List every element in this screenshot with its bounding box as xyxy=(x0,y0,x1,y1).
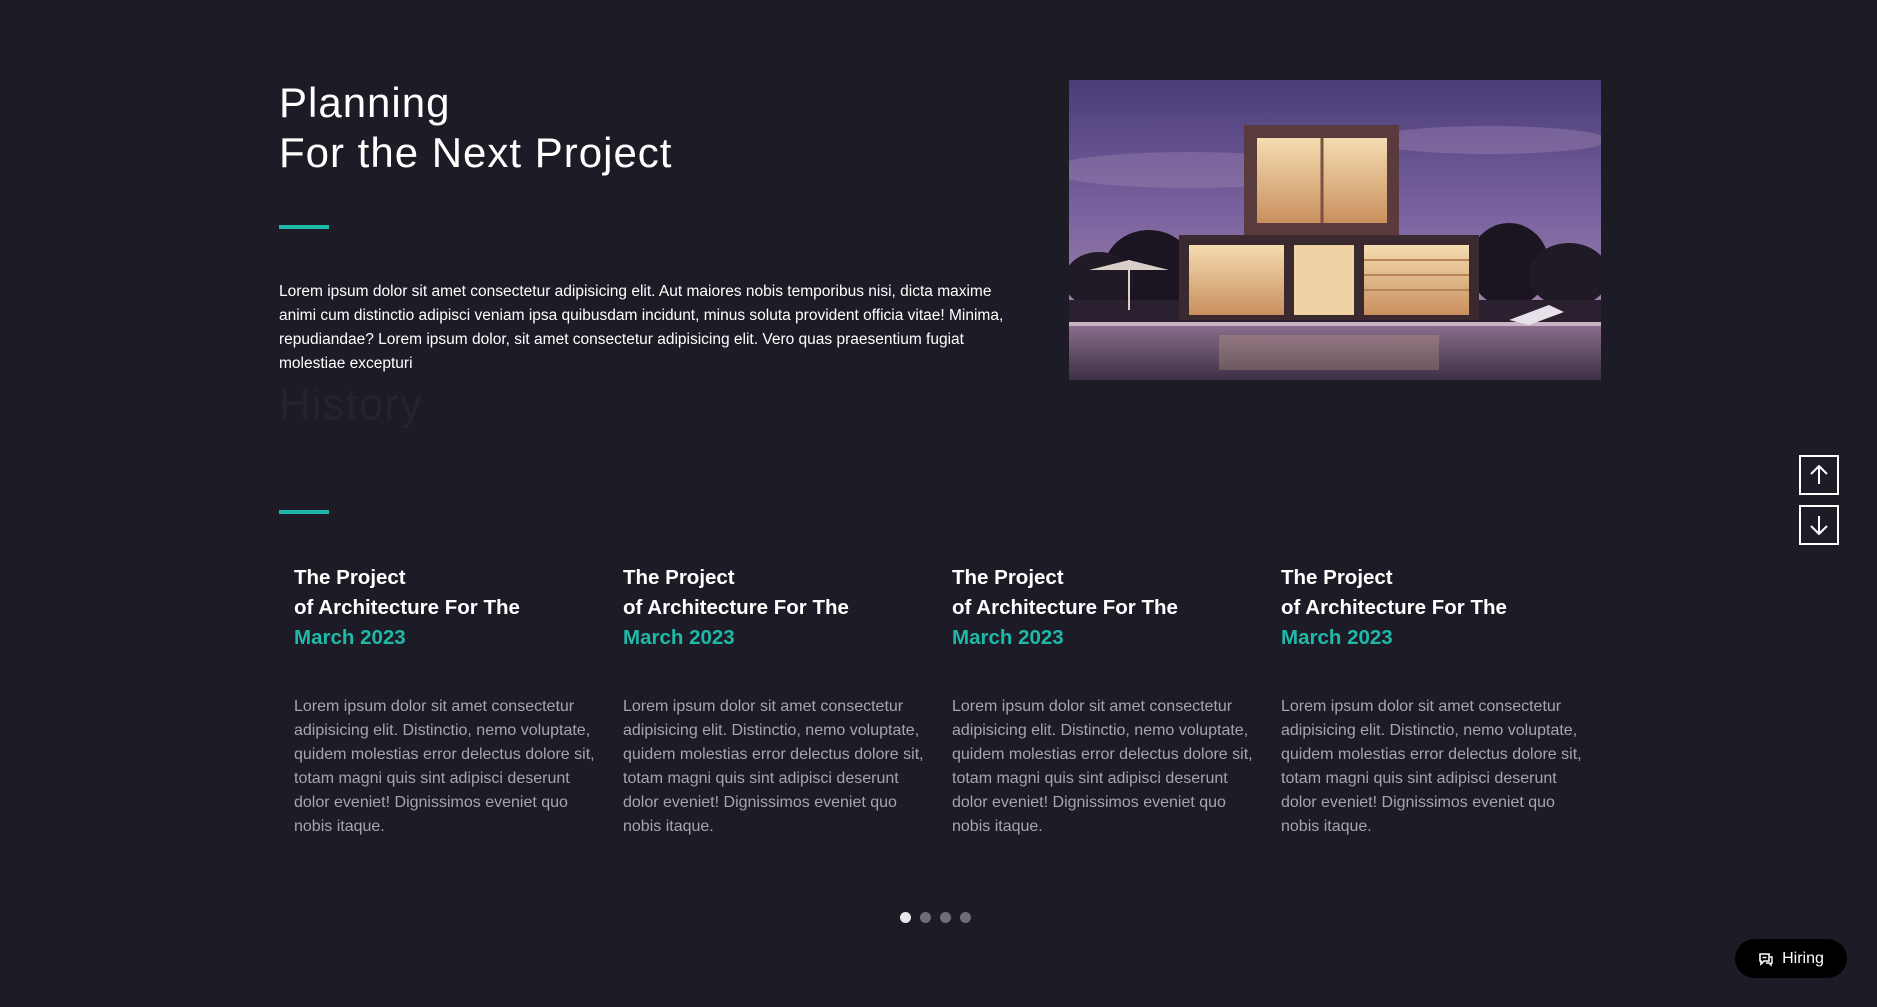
card-date: March 2023 xyxy=(952,626,1064,649)
card-title: The Project of Architecture For The Marc… xyxy=(623,563,928,653)
history-cards: The Project of Architecture For The Marc… xyxy=(294,563,1614,839)
page: Planning For the Next Project Lorem ipsu… xyxy=(0,0,1877,1007)
card-date: March 2023 xyxy=(1281,626,1393,649)
title-line-2: For the Next Project xyxy=(279,129,673,176)
card-body: Lorem ipsum dolor sit amet consectetur a… xyxy=(623,698,924,835)
hiring-label: Hiring xyxy=(1782,949,1824,967)
title-line-1: Planning xyxy=(279,79,451,126)
card-title-line-1: The Project xyxy=(1281,566,1393,589)
carousel-dot[interactable] xyxy=(960,912,971,923)
card-title-line-1: The Project xyxy=(952,566,1064,589)
arrow-down-icon xyxy=(1810,516,1828,536)
history-accent-divider xyxy=(279,510,329,514)
carousel-dot[interactable] xyxy=(940,912,951,923)
history-card: The Project of Architecture For The Marc… xyxy=(1281,563,1610,839)
history-card: The Project of Architecture For The Marc… xyxy=(952,563,1281,839)
card-body: Lorem ipsum dolor sit amet consectetur a… xyxy=(1281,698,1582,835)
card-body: Lorem ipsum dolor sit amet consectetur a… xyxy=(952,698,1253,835)
card-title-line-1: The Project xyxy=(623,566,735,589)
chat-icon xyxy=(1759,952,1773,967)
section-nav xyxy=(1799,455,1839,555)
history-heading: History xyxy=(279,380,423,429)
hiring-button[interactable]: Hiring xyxy=(1735,939,1847,978)
scroll-up-button[interactable] xyxy=(1799,455,1839,495)
carousel-dots xyxy=(900,912,971,923)
card-date: March 2023 xyxy=(623,626,735,649)
house-photo xyxy=(1069,80,1601,380)
card-title-line-2: of Architecture For The xyxy=(294,596,520,619)
card-date: March 2023 xyxy=(294,626,406,649)
history-card: The Project of Architecture For The Marc… xyxy=(623,563,952,839)
arrow-up-icon xyxy=(1810,464,1828,484)
page-title: Planning For the Next Project xyxy=(279,78,672,178)
card-title-line-2: of Architecture For The xyxy=(623,596,849,619)
card-title-line-2: of Architecture For The xyxy=(1281,596,1507,619)
house-illustration xyxy=(1069,80,1601,380)
history-card: The Project of Architecture For The Marc… xyxy=(294,563,623,839)
card-title: The Project of Architecture For The Marc… xyxy=(952,563,1257,653)
scroll-down-button[interactable] xyxy=(1799,505,1839,545)
card-title: The Project of Architecture For The Marc… xyxy=(1281,563,1586,653)
carousel-dot[interactable] xyxy=(920,912,931,923)
accent-divider xyxy=(279,225,329,229)
card-title-line-1: The Project xyxy=(294,566,406,589)
card-title-line-2: of Architecture For The xyxy=(952,596,1178,619)
card-title: The Project of Architecture For The Marc… xyxy=(294,563,599,653)
carousel-dot[interactable] xyxy=(900,912,911,923)
card-body: Lorem ipsum dolor sit amet consectetur a… xyxy=(294,698,595,835)
intro-paragraph: Lorem ipsum dolor sit amet consectetur a… xyxy=(279,283,1004,372)
